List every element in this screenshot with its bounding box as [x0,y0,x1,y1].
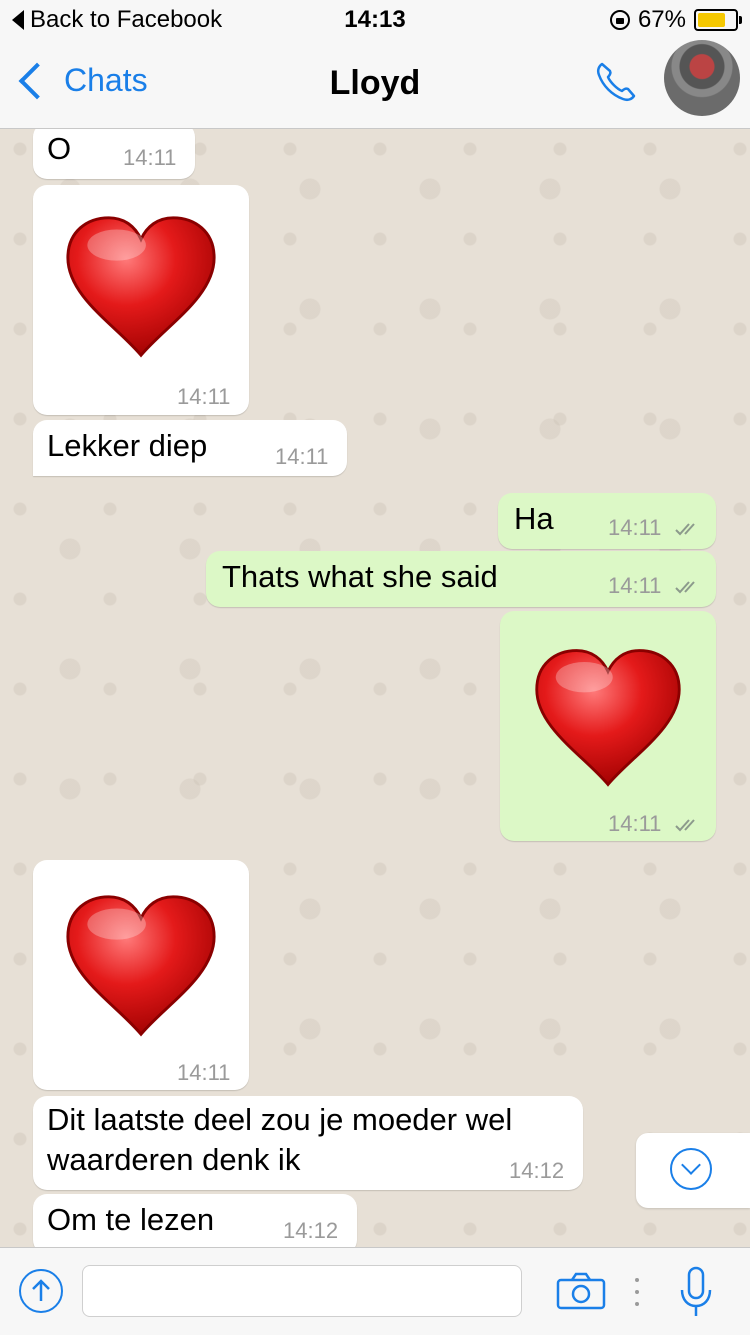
scroll-to-bottom-button[interactable] [636,1133,750,1208]
message-time: 14:11 [123,145,177,170]
double-check-icon [674,523,695,536]
message-time: 14:11 [275,444,329,469]
avatar[interactable] [664,40,740,116]
status-bar: Back to Facebook 14:13 67% [0,0,750,40]
microphone-icon[interactable] [678,1266,714,1320]
message-time: 14:11 [608,515,662,540]
rotation-lock-icon [609,10,630,30]
message-bubble-incoming[interactable]: 14:11 [33,185,249,415]
chat-header: Chats Lloyd [0,40,750,129]
separator-dots-icon [635,1278,639,1306]
message-text: Om te lezen [47,1202,215,1237]
message-time-row: 14:11 [608,573,702,599]
status-right: 67% [609,6,742,34]
red-heart-emoji [66,216,216,358]
message-bubble-incoming[interactable]: O 14:11 [33,129,195,179]
chevron-down-circle-icon [670,1148,712,1190]
input-bar [0,1247,750,1335]
message-bubble-incoming[interactable]: Dit laatste deel zou je moeder wel waard… [33,1096,583,1190]
message-time: 14:12 [509,1158,565,1183]
message-time-row: 14:11 [608,811,702,837]
double-check-icon [674,581,695,594]
message-bubble-outgoing[interactable]: Thats what she said 14:11 [206,551,716,607]
message-text: Thats what she said [222,559,498,594]
message-bubble-incoming[interactable]: 14:11 [33,860,249,1090]
message-text: Ha [514,501,554,536]
message-text: O [47,131,72,166]
upload-arrow-icon[interactable] [18,1268,64,1314]
message-input[interactable] [82,1265,522,1317]
double-check-icon [674,819,695,832]
message-time: 14:11 [608,573,662,598]
battery-percent: 67% [637,6,686,33]
phone-icon[interactable] [592,58,640,106]
red-heart-emoji [66,895,216,1037]
message-time: 14:11 [177,384,231,409]
message-time: 14:11 [608,811,662,836]
message-bubble-incoming[interactable]: Om te lezen 14:12 [33,1194,357,1247]
message-text-line-1: Dit laatste deel zou je moeder wel [47,1102,513,1137]
chat-area[interactable]: O 14:11 14:11 Lekker diep 14:11 Ha 14:11 [0,129,750,1247]
message-bubble-outgoing[interactable]: Ha 14:11 [498,493,716,549]
message-bubble-incoming[interactable]: Lekker diep 14:11 [33,420,347,476]
message-time: 14:11 [177,1060,231,1085]
message-time-row: 14:11 [608,515,702,541]
message-text-line-2: waarderen denk ik [47,1142,301,1177]
battery-icon [694,9,742,31]
message-time: 14:12 [283,1218,339,1243]
message-text: Lekker diep [47,428,208,463]
camera-icon[interactable] [556,1272,606,1310]
message-bubble-outgoing[interactable]: 14:11 [500,611,716,841]
red-heart-emoji [535,649,681,787]
